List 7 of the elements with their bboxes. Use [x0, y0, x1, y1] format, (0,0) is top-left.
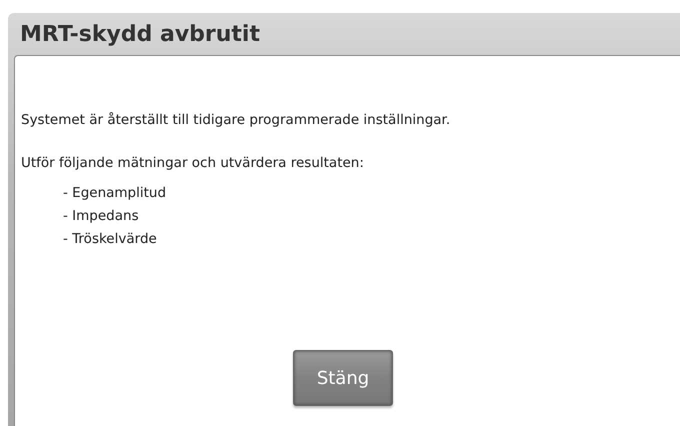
close-button[interactable]: Stäng [293, 350, 393, 406]
instruction-text: Utför följande mätningar och utvärdera resultaten: [21, 155, 365, 171]
message-text: Systemet är återställt till tidigare programmerade inställningar. [21, 112, 452, 128]
measurement-item: - Impedans [63, 208, 140, 224]
measurement-item: - Egenamplitud [63, 185, 168, 201]
window-title: MRT-skydd avbrutit [19, 20, 261, 48]
measurement-item: - Tröskelvärde [63, 231, 158, 247]
